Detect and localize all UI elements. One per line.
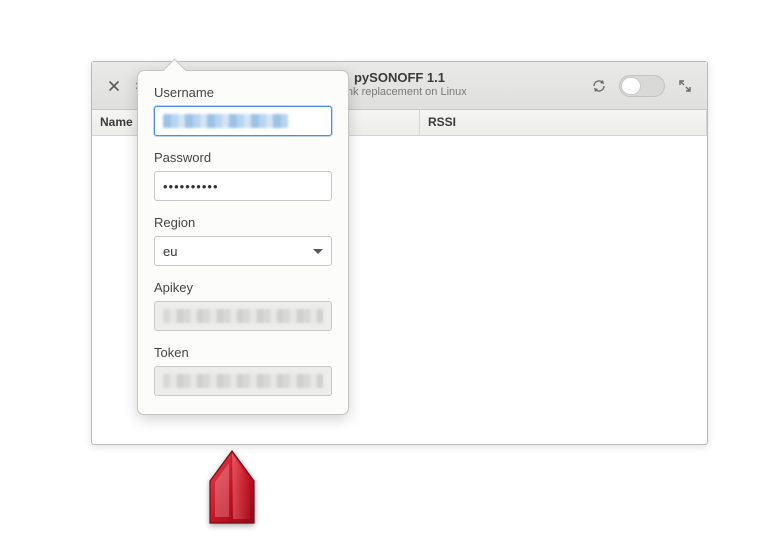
- password-input[interactable]: ••••••••••: [154, 171, 332, 201]
- refresh-icon: [591, 78, 607, 94]
- col-header-rssi[interactable]: RSSI: [420, 110, 707, 135]
- token-label: Token: [154, 345, 332, 360]
- password-value: ••••••••••: [163, 179, 219, 194]
- region-select[interactable]: eu: [154, 236, 332, 266]
- expand-icon: [678, 79, 692, 93]
- settings-popover: Username Password •••••••••• Region eu A…: [137, 70, 349, 415]
- expand-button[interactable]: [671, 72, 699, 100]
- close-button[interactable]: [100, 72, 128, 100]
- refresh-button[interactable]: [585, 72, 613, 100]
- username-input[interactable]: [154, 106, 332, 136]
- region-value: eu: [163, 244, 177, 259]
- region-label: Region: [154, 215, 332, 230]
- redacted-value: [163, 309, 323, 323]
- apikey-display: [154, 301, 332, 331]
- redacted-value: [163, 374, 323, 388]
- username-label: Username: [154, 85, 332, 100]
- token-display: [154, 366, 332, 396]
- toggle-knob: [621, 77, 641, 95]
- password-label: Password: [154, 150, 332, 165]
- annotation-arrow-icon: [206, 449, 258, 529]
- chevron-down-icon: [313, 249, 323, 254]
- power-toggle[interactable]: [619, 75, 665, 97]
- apikey-label: Apikey: [154, 280, 332, 295]
- redacted-value: [163, 114, 288, 128]
- close-icon: [108, 80, 120, 92]
